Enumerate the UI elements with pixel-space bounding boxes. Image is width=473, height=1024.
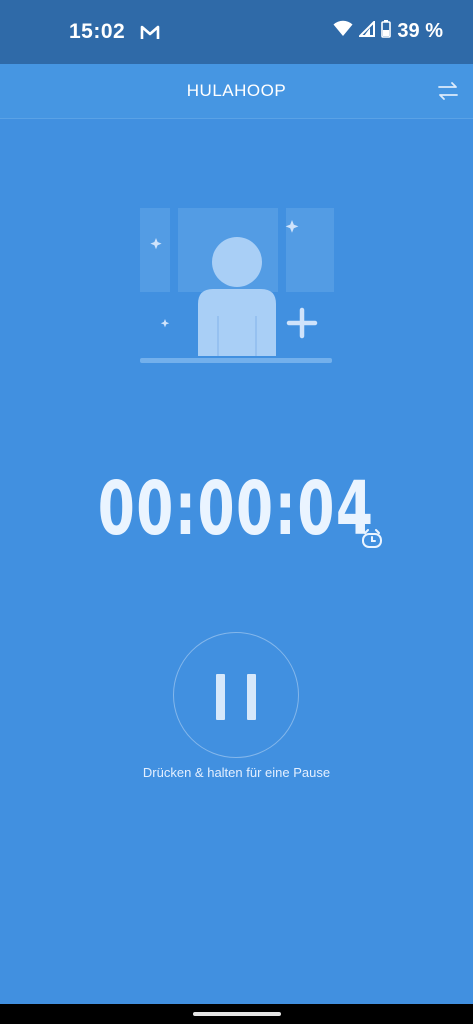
status-time: 15:02: [69, 20, 126, 43]
swap-arrows-icon[interactable]: [435, 78, 461, 104]
signal-icon: [357, 19, 376, 42]
battery-icon: [381, 20, 392, 43]
timer-clock-icon: [361, 529, 383, 549]
status-icons: 39 %: [333, 19, 443, 43]
pause-button[interactable]: [173, 632, 299, 758]
system-navigation-bar: [0, 1004, 473, 1024]
workout-screen: 15:02 39 % HULAHOOP 00:00:04 Drücken & h…: [0, 0, 473, 1024]
status-bar: 15:02 39 %: [0, 0, 473, 64]
gmail-icon: [140, 23, 160, 41]
timer-value: 00:00:04: [98, 466, 375, 552]
elapsed-timer: 00:00:04: [0, 472, 473, 546]
app-bar: HULAHOOP: [0, 64, 473, 119]
exercise-illustration: [138, 206, 334, 366]
battery-percentage: 39 %: [397, 20, 443, 42]
home-gesture-handle[interactable]: [193, 1012, 281, 1016]
pause-hint: Drücken & halten für eine Pause: [142, 765, 331, 780]
page-title: HULAHOOP: [186, 81, 287, 100]
wifi-icon: [333, 20, 353, 43]
